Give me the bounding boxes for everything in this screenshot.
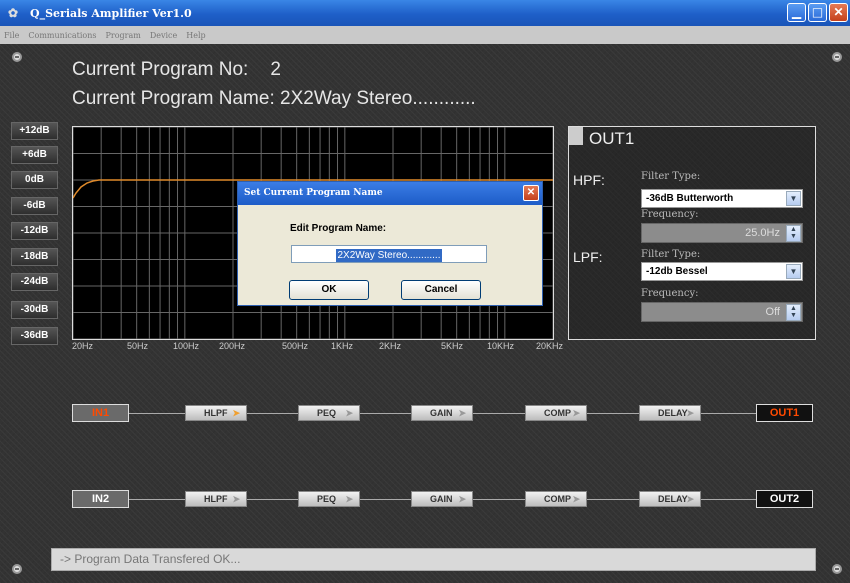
db-minus6-button[interactable]: -6dB — [11, 197, 58, 215]
title-bar: ✿ Q_Serials Amplifier Ver1.0 ▁ □ ✕ — [0, 0, 850, 26]
menu-file[interactable]: File — [4, 31, 19, 40]
menu-program[interactable]: Program — [105, 31, 140, 40]
output-settings-panel: OUT1 HPF: Filter Type: -36dB Butterworth… — [568, 126, 816, 340]
db-plus6-button[interactable]: +6dB — [11, 146, 58, 164]
comp-1-button[interactable]: COMP ➤ — [525, 405, 587, 421]
input-2-button[interactable]: IN2 — [72, 490, 129, 508]
arrow-icon: ➤ — [232, 408, 240, 418]
menu-device[interactable]: Device — [150, 31, 177, 40]
arrow-icon: ➤ — [458, 494, 466, 504]
status-bar: -> Program Data Transfered OK... — [51, 548, 816, 571]
output-1-button[interactable]: OUT1 — [756, 404, 813, 422]
menu-help[interactable]: Help — [186, 31, 205, 40]
arrow-icon: ➤ — [572, 408, 580, 418]
delay-1-button[interactable]: DELAY ➤ — [639, 405, 701, 421]
hpf-frequency-label: Frequency: — [641, 209, 699, 220]
hpf-frequency-spinner[interactable]: 25.0Hz ▲ ▼ — [641, 223, 803, 243]
db-minus24-button[interactable]: -24dB — [11, 273, 58, 291]
delay-2-button[interactable]: DELAY ➤ — [639, 491, 701, 507]
hlpf-2-button[interactable]: HLPF ➤ — [185, 491, 247, 507]
screw-icon — [832, 52, 842, 62]
screw-icon — [12, 564, 22, 574]
program-name-input[interactable]: 2X2Way Stereo............ — [291, 245, 487, 263]
arrow-icon: ➤ — [232, 494, 240, 504]
lpf-filter-label: Filter Type: — [641, 249, 701, 260]
hpf-label: HPF: — [573, 172, 605, 188]
spinner-arrows-icon[interactable]: ▲ ▼ — [786, 225, 801, 242]
lpf-frequency-label: Frequency: — [641, 288, 699, 299]
arrow-icon: ➤ — [686, 408, 694, 418]
hlpf-1-button[interactable]: HLPF ➤ — [185, 405, 247, 421]
program-number: Current Program No: 2 — [72, 59, 281, 80]
db-minus36-button[interactable]: -36dB — [11, 327, 58, 345]
program-name: Current Program Name: 2X2Way Stereo.....… — [72, 88, 476, 109]
close-button[interactable]: ✕ — [829, 3, 848, 22]
freq-label: 1KHz — [331, 341, 354, 351]
db-minus12-button[interactable]: -12dB — [11, 222, 58, 240]
freq-label: 10KHz — [487, 341, 515, 351]
arrow-icon: ➤ — [572, 494, 580, 504]
comp-2-button[interactable]: COMP ➤ — [525, 491, 587, 507]
chevron-down-icon[interactable]: ▼ — [786, 264, 801, 279]
gain-1-button[interactable]: GAIN ➤ — [411, 405, 473, 421]
screw-icon — [12, 52, 22, 62]
maximize-button[interactable]: □ — [808, 3, 827, 22]
chevron-down-icon[interactable]: ▼ — [786, 191, 801, 206]
freq-label: 20Hz — [72, 341, 94, 351]
arrow-icon: ➤ — [686, 494, 694, 504]
db-minus18-button[interactable]: -18dB — [11, 248, 58, 266]
arrow-icon: ➤ — [458, 408, 466, 418]
freq-label: 20KHz — [536, 341, 564, 351]
freq-label: 5KHz — [441, 341, 464, 351]
dialog-close-icon[interactable]: ✕ — [523, 185, 539, 201]
freq-label: 50Hz — [127, 341, 149, 351]
dialog-title: Set Current Program Name — [238, 182, 542, 205]
minimize-button[interactable]: ▁ — [787, 3, 806, 22]
spinner-arrows-icon[interactable]: ▲ ▼ — [786, 304, 801, 321]
menu-communications[interactable]: Communications — [28, 31, 96, 40]
window-title: Q_Serials Amplifier Ver1.0 — [30, 6, 192, 20]
freq-label: 200Hz — [219, 341, 246, 351]
output-2-button[interactable]: OUT2 — [756, 490, 813, 508]
edit-name-label: Edit Program Name: — [290, 223, 387, 234]
ok-button[interactable]: OK — [289, 280, 369, 300]
screw-icon — [832, 564, 842, 574]
menu-bar: File Communications Program Device Help — [0, 26, 850, 44]
app-icon: ✿ — [8, 6, 19, 20]
db-plus12-button[interactable]: +12dB — [11, 122, 58, 140]
hpf-filter-select[interactable]: -36dB Butterworth ▼ — [641, 189, 803, 208]
freq-label: 100Hz — [173, 341, 200, 351]
lpf-filter-select[interactable]: -12db Bessel ▼ — [641, 262, 803, 281]
peq-1-button[interactable]: PEQ ➤ — [298, 405, 360, 421]
panel-tab-marker — [569, 127, 583, 145]
db-minus30-button[interactable]: -30dB — [11, 301, 58, 319]
input-1-button[interactable]: IN1 — [72, 404, 129, 422]
peq-2-button[interactable]: PEQ ➤ — [298, 491, 360, 507]
lpf-label: LPF: — [573, 249, 603, 265]
gain-2-button[interactable]: GAIN ➤ — [411, 491, 473, 507]
arrow-icon: ➤ — [345, 408, 353, 418]
panel-title: OUT1 — [589, 129, 635, 148]
program-name-dialog: Set Current Program Name ✕ Edit Program … — [237, 181, 543, 306]
arrow-icon: ➤ — [345, 494, 353, 504]
lpf-frequency-spinner[interactable]: Off ▲ ▼ — [641, 302, 803, 322]
db-0-button[interactable]: 0dB — [11, 171, 58, 189]
freq-label: 2KHz — [379, 341, 402, 351]
hpf-filter-label: Filter Type: — [641, 171, 701, 182]
freq-label: 500Hz — [282, 341, 309, 351]
cancel-button[interactable]: Cancel — [401, 280, 481, 300]
